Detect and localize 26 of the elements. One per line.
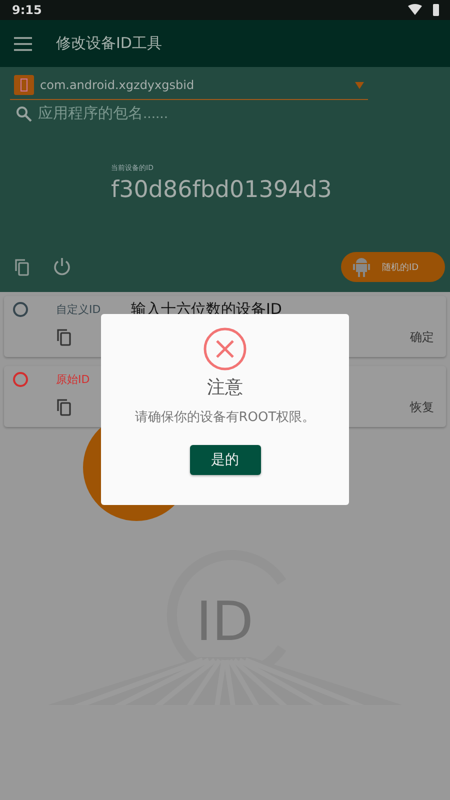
option-action-button[interactable]: 恢复 bbox=[410, 398, 434, 416]
search-field[interactable]: 应用程序的包名...... bbox=[36, 104, 356, 123]
package-dropdown[interactable]: com.android.xgzdyxgsbid bbox=[10, 72, 368, 100]
copy-icon bbox=[56, 328, 72, 346]
option-label: 自定义ID bbox=[56, 302, 102, 316]
copy-icon bbox=[14, 258, 30, 276]
app-title: 修改设备ID工具 bbox=[56, 34, 162, 53]
random-id-button[interactable]: 随机的ID bbox=[341, 252, 445, 282]
radio-button[interactable] bbox=[13, 302, 28, 316]
error-icon bbox=[203, 327, 247, 371]
search-icon bbox=[16, 106, 32, 122]
option-action-button[interactable]: 确定 bbox=[410, 328, 434, 346]
power-button[interactable] bbox=[52, 257, 72, 277]
confirm-button[interactable]: 是的 bbox=[190, 445, 260, 475]
radio-button[interactable] bbox=[13, 372, 28, 386]
status-icons bbox=[408, 4, 440, 16]
status-time: 9:15 bbox=[12, 3, 42, 17]
device-id: f30d86fbd01394d3 bbox=[111, 177, 333, 203]
android-icon bbox=[353, 257, 370, 277]
menu-icon[interactable] bbox=[14, 36, 32, 50]
app-icon bbox=[14, 75, 34, 95]
dialog-title: 注意 bbox=[207, 376, 243, 399]
option-label: 原始ID bbox=[56, 372, 91, 386]
dropdown-caret-icon bbox=[355, 82, 364, 88]
dialog-message: 请确保你的设备有ROOT权限。 bbox=[134, 409, 316, 426]
copy-icon bbox=[56, 398, 72, 416]
